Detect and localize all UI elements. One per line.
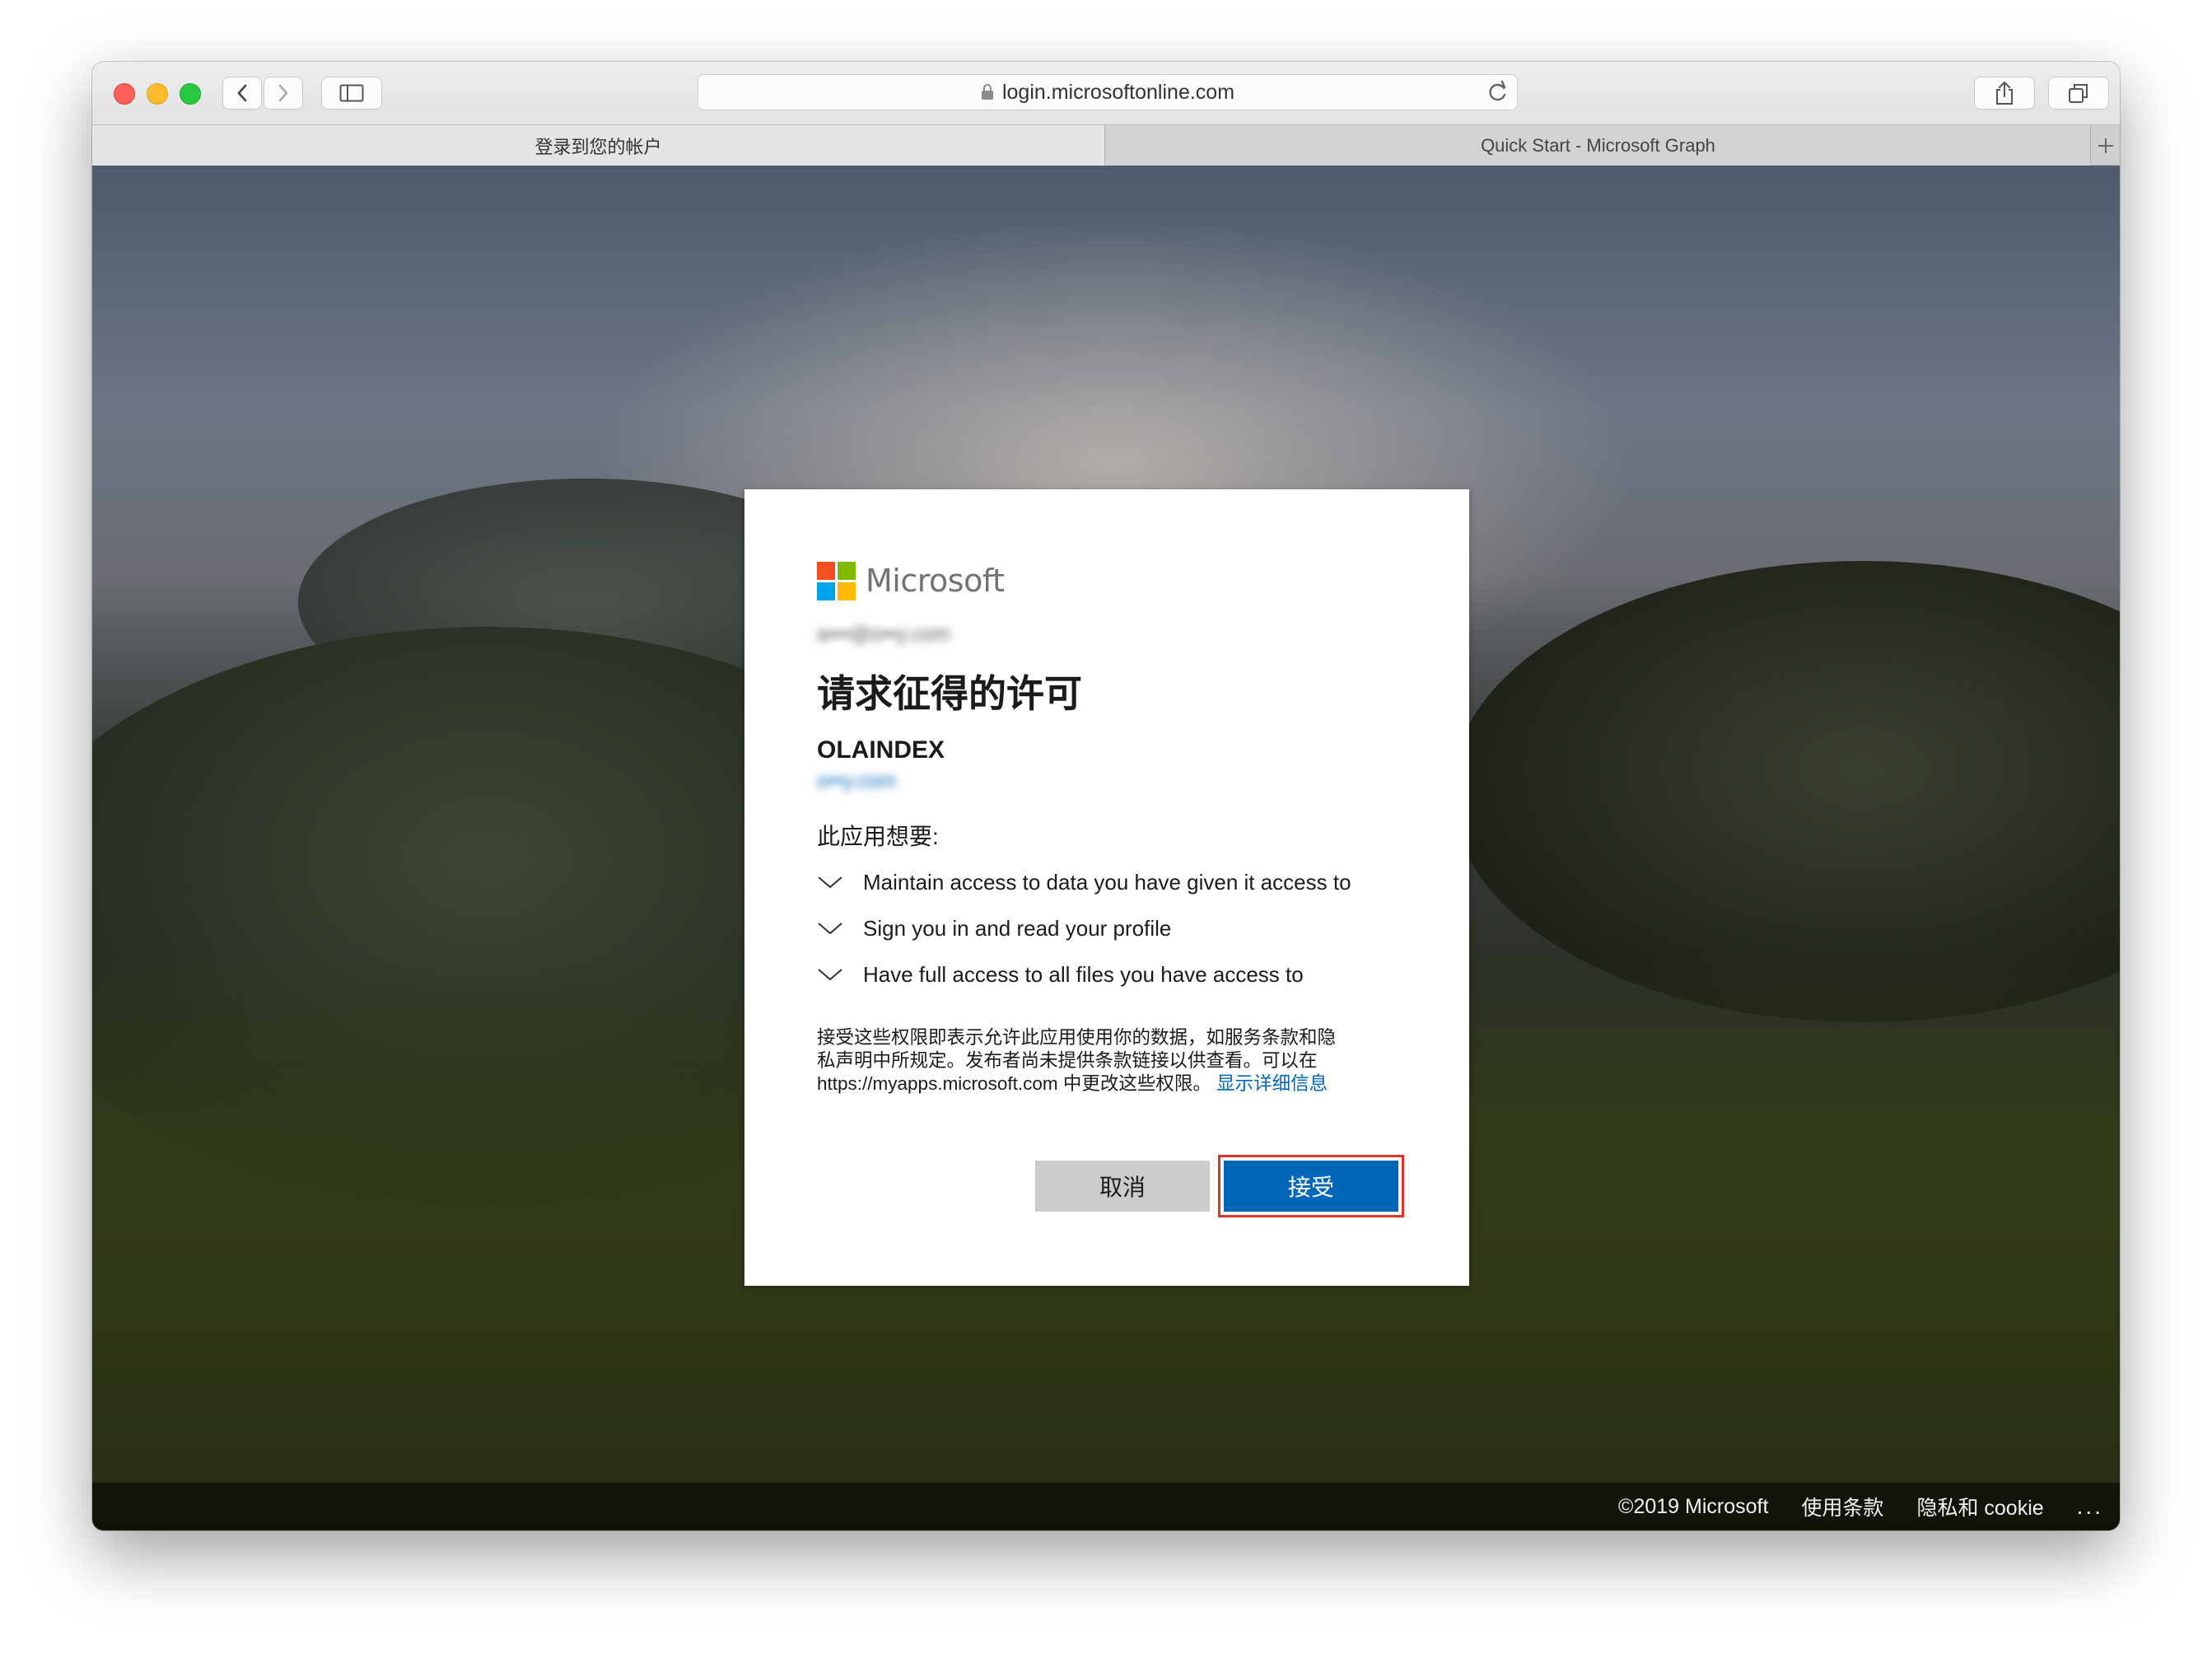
page-title: 请求征得的许可 (817, 672, 1082, 715)
notice-line: 接受这些权限即表示允许此应用使用你的数据，如服务条款和隐 (817, 1027, 1337, 1048)
chevron-down-icon (817, 875, 845, 890)
account-email: a•••@o••y.com (817, 623, 950, 646)
more-options-button[interactable]: ... (2077, 1493, 2103, 1520)
permission-item[interactable]: Maintain access to data you have given i… (817, 867, 1397, 898)
page-background: Microsoft a•••@o••y.com 请求征得的许可 OLAINDEX… (92, 166, 2120, 1530)
lock-icon (981, 84, 994, 100)
permission-label: Sign you in and read your profile (863, 915, 1172, 941)
plus-icon (2098, 138, 2113, 153)
permission-item[interactable]: Have full access to all files you have a… (817, 959, 1397, 990)
browser-window: login.microsoftonline.com 登录到您的帐户 Quick … (92, 62, 2120, 1530)
show-details-link[interactable]: 显示详细信息 (1216, 1073, 1328, 1094)
permission-dialog: Microsoft a•••@o••y.com 请求征得的许可 OLAINDEX… (744, 489, 1469, 1286)
sidebar-icon (339, 84, 364, 102)
share-icon (1996, 82, 2013, 105)
permissions-heading: 此应用想要: (817, 824, 939, 849)
reload-icon[interactable] (1486, 80, 1509, 110)
zoom-window-button[interactable] (180, 83, 201, 105)
microsoft-logo-icon (817, 561, 856, 600)
permission-label: Maintain access to data you have given i… (863, 869, 1351, 895)
cancel-button[interactable]: 取消 (1035, 1161, 1210, 1212)
chevron-right-icon (278, 84, 288, 102)
privacy-cookies-link[interactable]: 隐私和 cookie (1916, 1492, 2043, 1521)
chevron-down-icon (817, 921, 845, 936)
url-text: login.microsoftonline.com (1001, 80, 1235, 104)
accept-button[interactable]: 接受 (1224, 1161, 1398, 1212)
copyright-text: ©2019 Microsoft (1618, 1494, 1769, 1518)
sidebar-toggle-button[interactable] (321, 77, 382, 110)
background-landscape (1451, 561, 2120, 1022)
app-name: OLAINDEX (817, 736, 945, 764)
close-window-button[interactable] (114, 83, 135, 105)
minimize-window-button[interactable] (147, 83, 168, 105)
brand-name: Microsoft (866, 563, 1005, 599)
terms-of-use-link[interactable]: 使用条款 (1801, 1492, 1883, 1521)
tabs-overview-icon (2069, 84, 2088, 103)
chevron-down-icon (817, 967, 845, 982)
microsoft-logo: Microsoft (817, 560, 1397, 601)
page-footer: ©2019 Microsoft 使用条款 隐私和 cookie ... (92, 1483, 2120, 1530)
tab-bar: 登录到您的帐户 Quick Start - Microsoft Graph (92, 124, 2120, 166)
address-bar[interactable]: login.microsoftonline.com (698, 74, 1518, 110)
permission-label: Have full access to all files you have a… (863, 961, 1304, 987)
accept-highlight-box: 接受 (1218, 1155, 1404, 1217)
tab-sign-in[interactable]: 登录到您的帐户 (92, 125, 1105, 166)
forward-button[interactable] (264, 77, 303, 110)
back-button[interactable] (222, 77, 262, 110)
notice-line: https://myapps.microsoft.com 中更改这些权限。 (817, 1073, 1211, 1094)
show-tabs-button[interactable] (2048, 77, 2109, 110)
notice-line: 私声明中所规定。发布者尚未提供条款链接以供查看。可以在 (817, 1050, 1318, 1071)
share-button[interactable] (1974, 77, 2035, 110)
permission-item[interactable]: Sign you in and read your profile (817, 913, 1397, 944)
new-tab-button[interactable] (2090, 125, 2120, 166)
chevron-left-icon (237, 84, 247, 102)
tab-graph-quick-start[interactable]: Quick Start - Microsoft Graph (1105, 125, 2091, 166)
consent-notice: 接受这些权限即表示允许此应用使用你的数据，如服务条款和隐 私声明中所规定。发布者… (817, 1026, 1403, 1096)
dialog-buttons: 取消 接受 (1035, 1155, 1404, 1217)
browser-toolbar: login.microsoftonline.com (92, 62, 2120, 124)
app-publisher-domain[interactable]: o••y.com (817, 769, 1397, 796)
